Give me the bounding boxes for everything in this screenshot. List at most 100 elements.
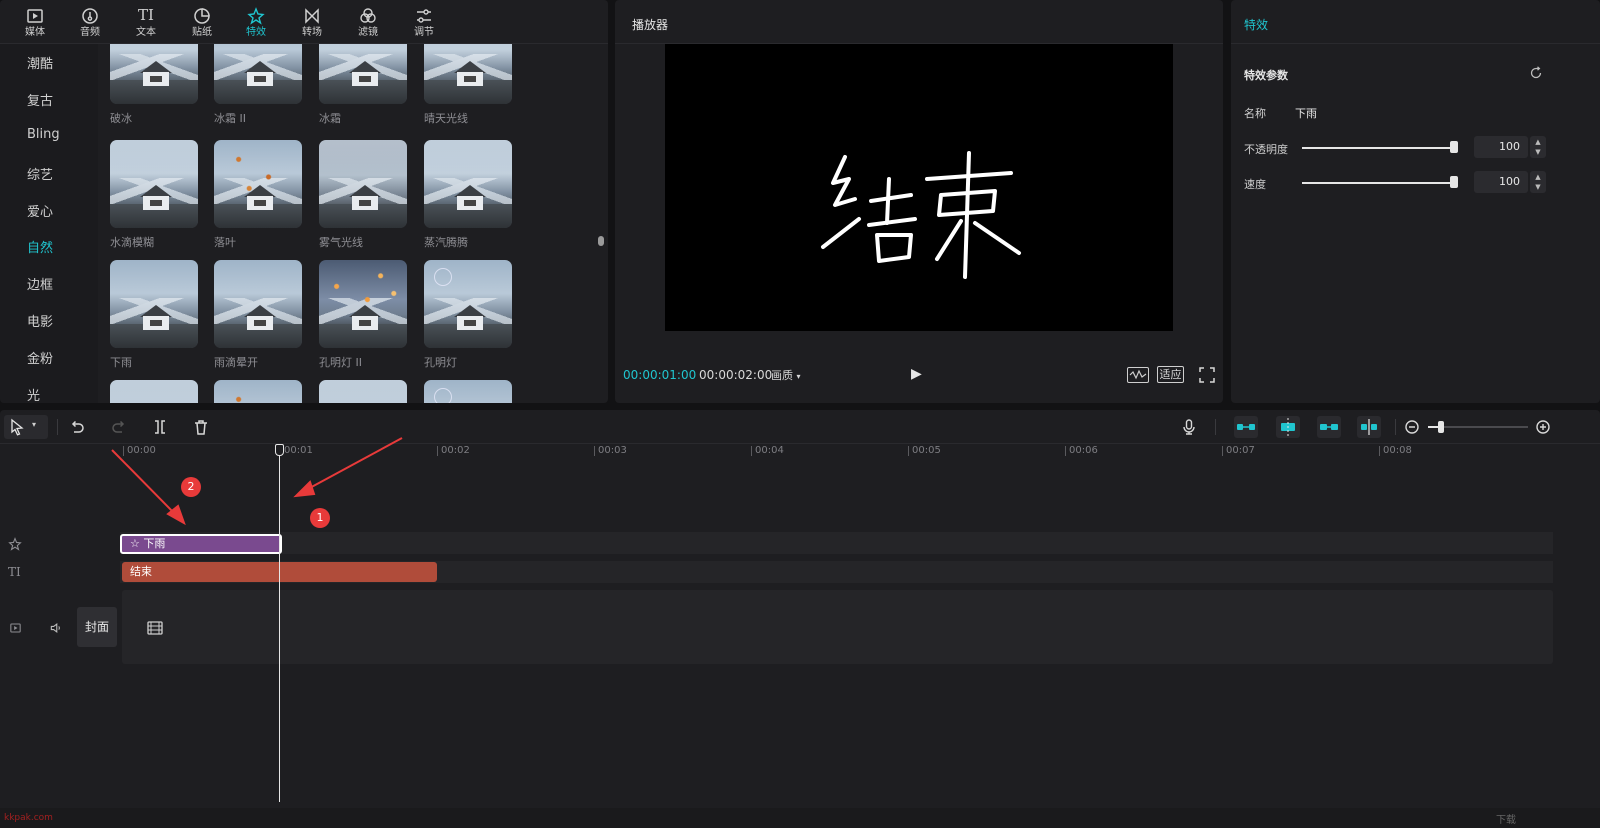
player-panel: 播放器 00:00:01:00 00:00:02:00 画质 ▾ ▶ 适应	[615, 0, 1223, 403]
effect-card[interactable]: 水滴模糊	[110, 140, 200, 249]
fit-ratio-button[interactable]: 适应	[1157, 366, 1184, 383]
effect-name: 冰霜 II	[214, 112, 246, 125]
effect-thumbnail	[214, 380, 302, 403]
resource-tabs: 媒体 音频 TI 文本 贴纸 特效 转场 滤镜 调节	[0, 0, 608, 44]
tab-label: 贴纸	[192, 27, 212, 38]
effect-thumbnail	[424, 380, 512, 403]
effect-card[interactable]: 冰霜 II	[214, 44, 304, 125]
tab-text[interactable]: TI 文本	[124, 4, 168, 44]
effect-thumbnail	[214, 140, 302, 228]
tab-label: 媒体	[25, 27, 45, 38]
effect-card[interactable]: 雨滴晕开	[214, 260, 304, 369]
speed-slider[interactable]	[1302, 182, 1454, 184]
fullscreen-button[interactable]	[1199, 367, 1215, 383]
effect-thumbnail	[424, 140, 512, 228]
category-item[interactable]: 爱心	[27, 201, 53, 220]
chevron-down-icon: ▼	[1535, 148, 1541, 156]
scrollbar-thumb[interactable]	[598, 236, 604, 246]
divider	[1395, 419, 1396, 435]
effects-icon	[234, 4, 278, 26]
waveform-icon	[1129, 369, 1147, 380]
microphone-icon	[1183, 419, 1195, 435]
speaker-icon	[50, 623, 60, 633]
cover-button[interactable]: 封面	[77, 607, 117, 647]
link-icon	[1320, 424, 1338, 430]
ruler-tick: 00:03	[594, 446, 627, 456]
effect-card[interactable]	[424, 380, 514, 403]
tab-filter[interactable]: 滤镜	[346, 4, 390, 44]
effect-card[interactable]: 冰霜	[319, 44, 409, 125]
effect-thumbnail	[110, 140, 198, 228]
main-video-track[interactable]	[122, 590, 1553, 664]
tab-audio[interactable]: 音频	[68, 4, 112, 44]
effect-thumbnail	[110, 260, 198, 348]
video-track-icon	[9, 622, 22, 637]
quality-dropdown[interactable]: 画质 ▾	[771, 367, 801, 383]
tab-effects[interactable]: 特效	[234, 4, 278, 44]
section-title: 特效参数	[1244, 69, 1288, 82]
film-icon	[147, 621, 163, 635]
opacity-slider-handle[interactable]	[1450, 141, 1458, 153]
effect-card[interactable]	[214, 380, 304, 403]
effect-card[interactable]: 蒸汽腾腾	[424, 140, 514, 249]
effect-thumbnail	[110, 44, 198, 104]
speed-input[interactable]: 100	[1474, 171, 1528, 193]
preview-axis-button[interactable]	[1357, 416, 1381, 438]
tab-label: 音频	[80, 27, 100, 38]
speed-slider-handle[interactable]	[1450, 176, 1458, 188]
filter-icon	[346, 4, 390, 26]
category-item[interactable]: 电影	[27, 311, 53, 330]
play-button[interactable]: ▶	[911, 366, 922, 382]
category-item[interactable]: 综艺	[27, 164, 53, 183]
tab-label: 转场	[302, 27, 322, 38]
zoom-slider-handle[interactable]	[1438, 421, 1444, 433]
quality-label: 画质	[771, 369, 793, 382]
effect-card[interactable]: 雾气光线	[319, 140, 409, 249]
category-item[interactable]: Bling	[27, 127, 60, 142]
annotation-badge-2: 2	[181, 477, 201, 497]
auto-snap-button[interactable]	[1276, 416, 1300, 438]
fullscreen-icon	[1199, 367, 1215, 383]
preview-screen[interactable]	[665, 44, 1173, 331]
effect-card[interactable]: 孔明灯	[424, 260, 514, 369]
tab-adjust[interactable]: 调节	[402, 4, 446, 44]
effect-name: 晴天光线	[424, 112, 468, 125]
category-item[interactable]: 边框	[27, 274, 53, 293]
category-item[interactable]: 潮酷	[27, 53, 53, 72]
media-panel: 媒体 音频 TI 文本 贴纸 特效 转场 滤镜 调节 潮酷 复古 Bling 综…	[0, 0, 608, 403]
category-item[interactable]: 金粉	[27, 348, 53, 367]
category-item-active[interactable]: 自然	[27, 237, 53, 256]
effect-card[interactable]: 孔明灯 II	[319, 260, 409, 369]
mute-toggle[interactable]	[49, 621, 63, 638]
adjust-icon	[402, 4, 446, 26]
effect-name: 蒸汽腾腾	[424, 236, 468, 249]
effect-card[interactable]	[319, 380, 409, 403]
zoom-in-button[interactable]	[1534, 418, 1552, 436]
effect-card[interactable]: 下雨	[110, 260, 200, 369]
opacity-stepper[interactable]: ▲ ▼	[1530, 136, 1546, 158]
effect-card[interactable]: 晴天光线	[424, 44, 514, 125]
effect-name: 雾气光线	[319, 236, 363, 249]
main-track-magnet-button[interactable]	[1234, 416, 1258, 438]
opacity-input[interactable]: 100	[1474, 136, 1528, 158]
effect-card[interactable]	[110, 380, 200, 403]
tab-transition[interactable]: 转场	[290, 4, 334, 44]
tab-media[interactable]: 媒体	[13, 4, 57, 44]
waveform-button[interactable]	[1127, 367, 1149, 383]
record-voice-button[interactable]	[1180, 418, 1198, 436]
effect-card[interactable]: 落叶	[214, 140, 304, 249]
watermark-left: kkpak.com	[4, 813, 53, 823]
zoom-out-button[interactable]	[1403, 418, 1421, 436]
category-item[interactable]: 光	[27, 385, 40, 403]
total-timecode: 00:00:02:00	[699, 368, 773, 382]
category-item[interactable]: 复古	[27, 90, 53, 109]
divider	[1215, 419, 1216, 435]
effect-card[interactable]: 破冰	[110, 44, 200, 125]
effect-name: 落叶	[214, 236, 236, 249]
tab-sticker[interactable]: 贴纸	[180, 4, 224, 44]
linkage-button[interactable]	[1317, 416, 1341, 438]
opacity-slider[interactable]	[1302, 147, 1454, 149]
reset-button[interactable]	[1529, 66, 1543, 80]
effect-thumbnail	[424, 260, 512, 348]
speed-stepper[interactable]: ▲ ▼	[1530, 171, 1546, 193]
